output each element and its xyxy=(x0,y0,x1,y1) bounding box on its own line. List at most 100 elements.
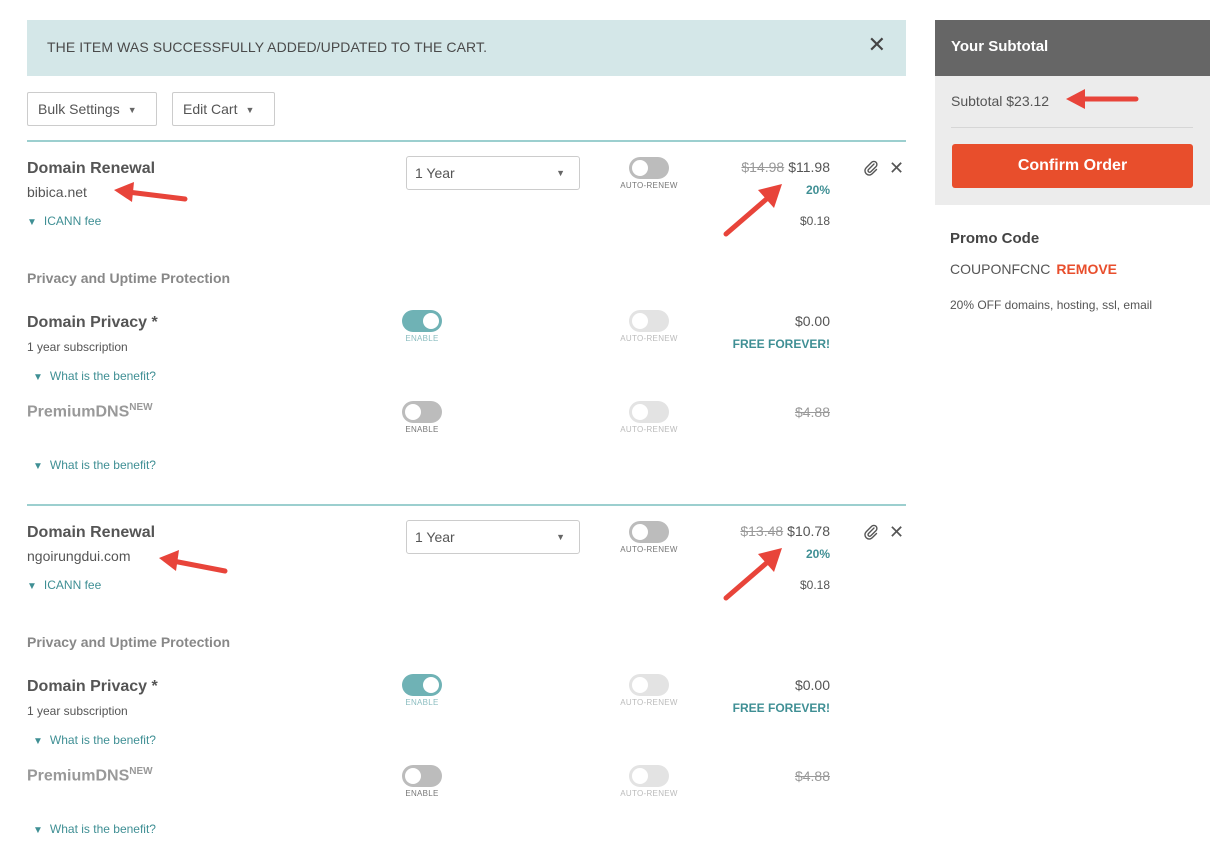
privacy-price: $0.00 xyxy=(794,677,830,693)
item-domain: ngoirungdui.com xyxy=(27,548,131,564)
annotation-arrow-icon xyxy=(114,182,188,202)
remove-item-icon[interactable]: ✕ xyxy=(889,158,904,179)
privacy-benefit-link[interactable]: ▼ What is the benefit? xyxy=(33,369,156,383)
confirm-order-button[interactable]: Confirm Order xyxy=(952,144,1193,188)
auto-renew-toggle[interactable] xyxy=(629,521,669,543)
privacy-title: Domain Privacy * xyxy=(27,314,158,331)
chevron-down-icon: ▼ xyxy=(33,736,43,747)
privacy-enable-toggle[interactable] xyxy=(402,310,442,332)
icann-fee-label: ICANN fee xyxy=(43,578,102,592)
annotation-arrow-icon xyxy=(1066,89,1139,109)
promo-code-value: COUPONFCNC xyxy=(950,261,1051,277)
dns-benefit-link[interactable]: ▼ What is the benefit? xyxy=(33,458,156,472)
subtotal-header: Your Subtotal xyxy=(935,20,1210,76)
item-title: Domain Renewal xyxy=(27,160,156,177)
item-domain: bibica.net xyxy=(27,184,87,200)
enable-label: ENABLE xyxy=(405,698,439,707)
premium-dns-title: PremiumDNSNEW xyxy=(27,402,153,421)
privacy-price: $0.00 xyxy=(794,313,830,329)
auto-renew-toggle[interactable] xyxy=(629,157,669,179)
privacy-auto-renew-toggle[interactable] xyxy=(629,310,669,332)
annotation-arrow-icon xyxy=(723,548,782,601)
caret-down-icon: ▼ xyxy=(556,532,565,542)
old-price: $13.48 xyxy=(740,523,784,539)
auto-renew-label: AUTO-RENEW xyxy=(620,789,678,798)
benefit-label: What is the benefit? xyxy=(49,822,156,836)
term-select[interactable]: 1 Year ▼ xyxy=(406,156,580,190)
premium-dns-name: PremiumDNS xyxy=(27,767,130,785)
bulk-settings-button[interactable]: Bulk Settings ▼ xyxy=(27,92,157,126)
item-price: $14.98 $11.98 xyxy=(700,159,830,175)
success-banner: THE ITEM WAS SUCCESSFULLY ADDED/UPDATED … xyxy=(27,20,906,76)
auto-renew-label: AUTO-RENEW xyxy=(620,181,678,190)
item-title: Domain Renewal xyxy=(27,524,156,541)
subtotal-panel: Your Subtotal Subtotal $23.12 Confirm Or… xyxy=(935,20,1210,205)
auto-renew-label: AUTO-RENEW xyxy=(620,425,678,434)
subtotal-divider xyxy=(951,127,1193,128)
free-forever-label: FREE FOREVER! xyxy=(732,337,830,351)
dns-price: $4.88 xyxy=(794,404,830,420)
annotation-arrow-icon xyxy=(159,550,228,574)
new-price: $11.98 xyxy=(788,159,830,175)
item-divider xyxy=(27,140,906,142)
remove-item-icon[interactable]: ✕ xyxy=(889,522,904,543)
enable-label: ENABLE xyxy=(405,334,439,343)
banner-message: THE ITEM WAS SUCCESSFULLY ADDED/UPDATED … xyxy=(47,39,488,55)
privacy-subscription: 1 year subscription xyxy=(27,704,128,718)
new-badge: NEW xyxy=(129,766,153,777)
old-price: $14.98 xyxy=(741,159,785,175)
promo-heading: Promo Code xyxy=(950,230,1040,247)
caret-down-icon: ▼ xyxy=(127,105,137,116)
privacy-enable-toggle[interactable] xyxy=(402,674,442,696)
caret-down-icon: ▼ xyxy=(245,105,255,116)
term-value: 1 Year xyxy=(415,165,455,181)
attach-icon[interactable] xyxy=(863,524,879,545)
edit-cart-label: Edit Cart xyxy=(183,101,238,117)
item-price: $13.48 $10.78 xyxy=(700,523,830,539)
section-label: Privacy and Uptime Protection xyxy=(27,634,231,650)
promo-description: 20% OFF domains, hosting, ssl, email xyxy=(950,298,1153,312)
item-divider xyxy=(27,504,906,506)
dns-enable-toggle[interactable] xyxy=(402,401,442,423)
attach-icon[interactable] xyxy=(863,160,879,181)
dns-auto-renew-toggle[interactable] xyxy=(629,765,669,787)
auto-renew-label: AUTO-RENEW xyxy=(620,545,678,554)
remove-promo-link[interactable]: REMOVE xyxy=(1056,261,1117,277)
enable-label: ENABLE xyxy=(405,789,439,798)
premium-dns-name: PremiumDNS xyxy=(27,403,130,421)
dns-auto-renew-toggle[interactable] xyxy=(629,401,669,423)
privacy-auto-renew-toggle[interactable] xyxy=(629,674,669,696)
free-forever-label: FREE FOREVER! xyxy=(732,701,830,715)
close-icon[interactable]: ✕ xyxy=(868,34,886,56)
privacy-title: Domain Privacy * xyxy=(27,678,158,695)
icann-fee-toggle[interactable]: ▼ ICANN fee xyxy=(27,214,101,228)
dns-benefit-link[interactable]: ▼ What is the benefit? xyxy=(33,822,156,836)
annotation-arrow-icon xyxy=(723,184,782,237)
auto-renew-label: AUTO-RENEW xyxy=(620,334,678,343)
benefit-label: What is the benefit? xyxy=(49,458,156,472)
auto-renew-label: AUTO-RENEW xyxy=(620,698,678,707)
edit-cart-button[interactable]: Edit Cart ▼ xyxy=(172,92,275,126)
premium-dns-title: PremiumDNSNEW xyxy=(27,766,153,785)
chevron-down-icon: ▼ xyxy=(33,372,43,383)
dns-enable-toggle[interactable] xyxy=(402,765,442,787)
benefit-label: What is the benefit? xyxy=(49,733,156,747)
subtotal-heading: Your Subtotal xyxy=(951,38,1049,55)
privacy-benefit-link[interactable]: ▼ What is the benefit? xyxy=(33,733,156,747)
dns-price: $4.88 xyxy=(794,768,830,784)
bulk-settings-label: Bulk Settings xyxy=(38,101,120,117)
enable-label: ENABLE xyxy=(405,425,439,434)
section-label: Privacy and Uptime Protection xyxy=(27,270,231,286)
chevron-down-icon: ▼ xyxy=(33,461,43,472)
subtotal-amount: Subtotal $23.12 xyxy=(951,93,1050,109)
new-badge: NEW xyxy=(129,402,153,413)
chevron-down-icon: ▼ xyxy=(27,217,37,228)
new-price: $10.78 xyxy=(787,523,830,539)
term-value: 1 Year xyxy=(415,529,455,545)
benefit-label: What is the benefit? xyxy=(49,369,156,383)
promo-code-row: COUPONFCNC REMOVE xyxy=(950,261,1117,277)
term-select[interactable]: 1 Year ▼ xyxy=(406,520,580,554)
icann-fee-toggle[interactable]: ▼ ICANN fee xyxy=(27,578,101,592)
privacy-subscription: 1 year subscription xyxy=(27,340,128,354)
caret-down-icon: ▼ xyxy=(556,168,565,178)
